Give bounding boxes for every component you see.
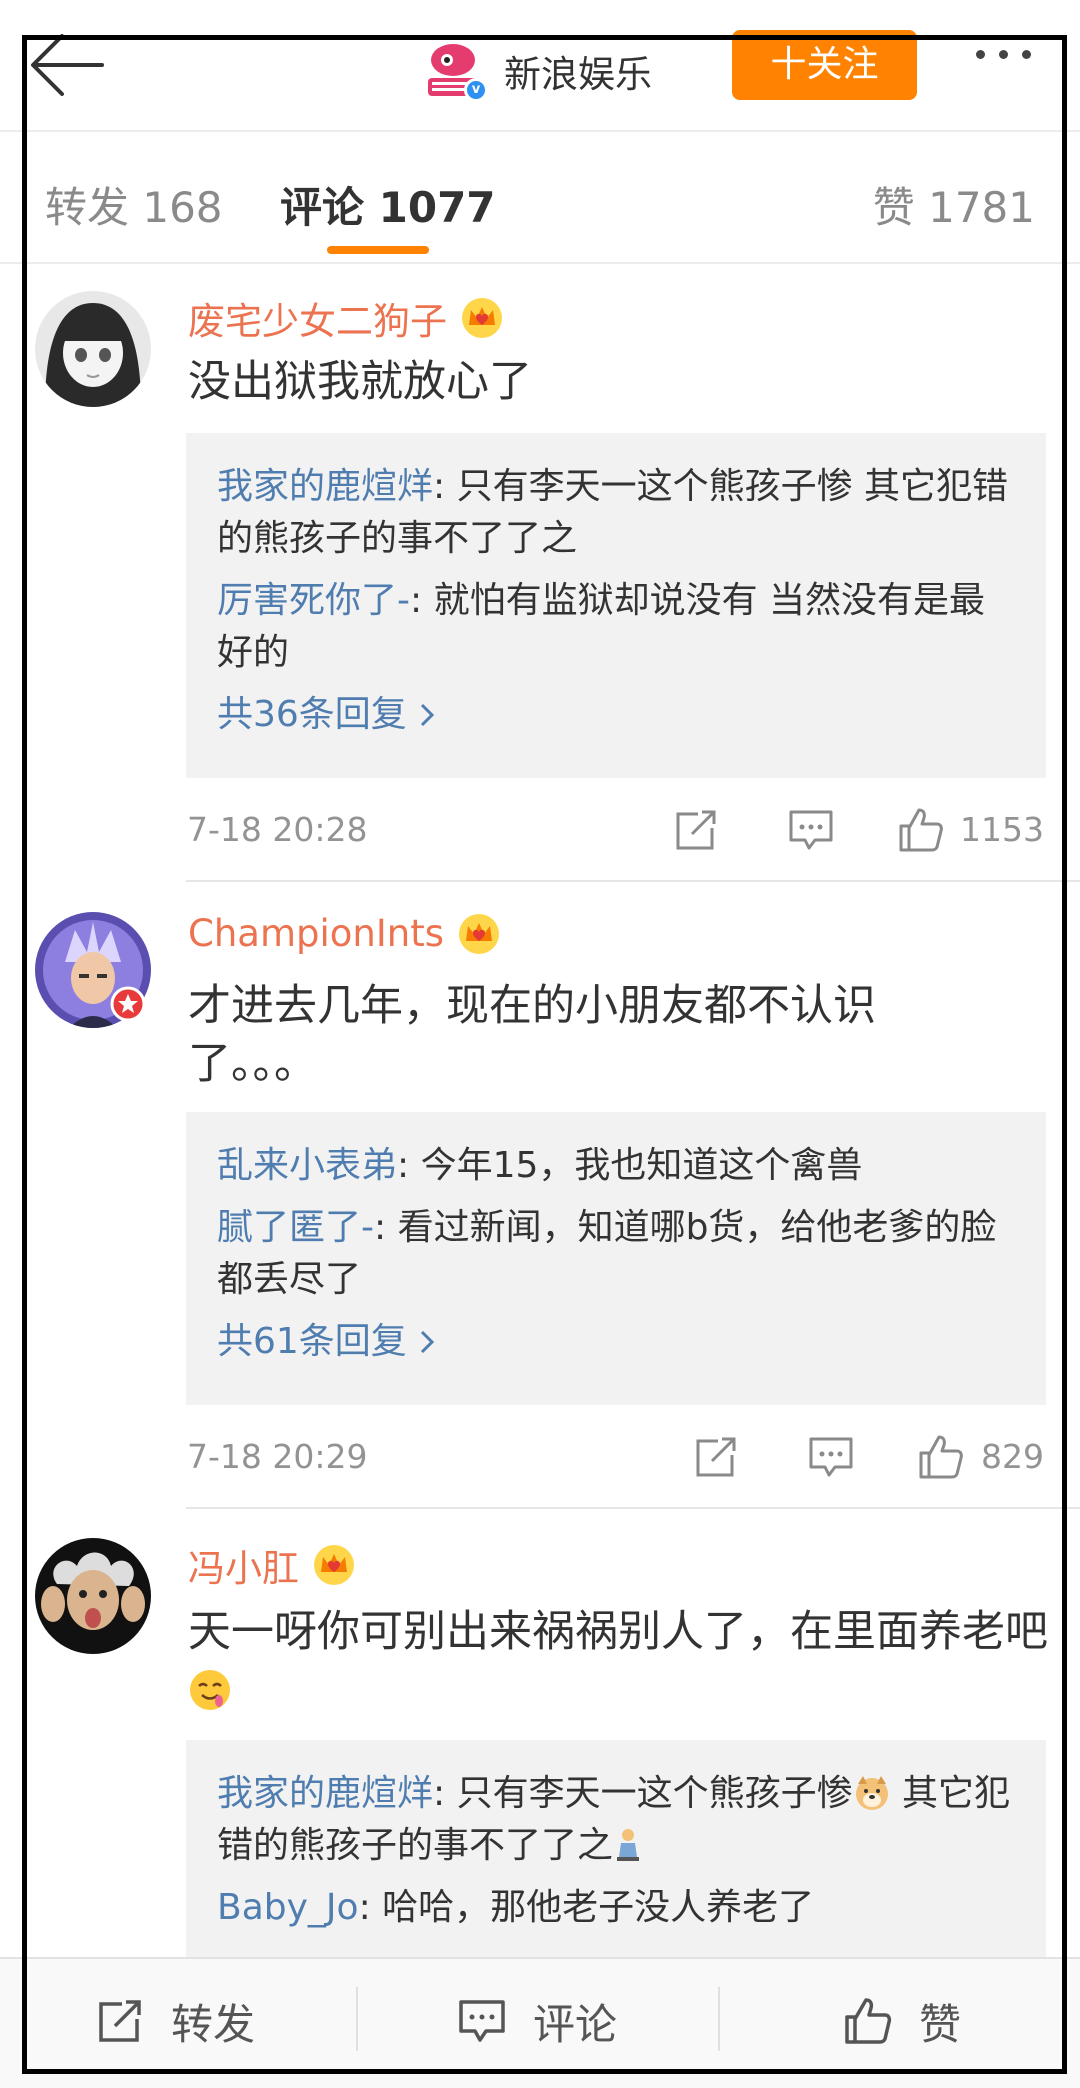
- chevron-right-icon: [420, 1330, 434, 1354]
- reply-author[interactable]: 乱来小表弟: [217, 1145, 397, 1186]
- comment-username[interactable]: ChampionInts: [188, 912, 500, 955]
- reply-preview-box[interactable]: 我家的鹿煊烊: 只有李天一这个熊孩子惨 其它犯错的熊孩子的事不了了之 Baby_…: [186, 1740, 1046, 1980]
- comment-username[interactable]: 废宅少女二狗子: [188, 291, 503, 345]
- comment-text-content: 天一呀你可别出来祸祸别人了，在里面养老吧: [188, 1607, 1048, 1657]
- reply-item[interactable]: 乱来小表弟: 今年15，我也知道这个禽兽: [217, 1140, 1016, 1192]
- kneeling-figure-emoji: [617, 1829, 640, 1861]
- red-star-badge-icon: [110, 986, 146, 1022]
- reply-preview-box[interactable]: 我家的鹿煊烊: 只有李天一这个熊孩子惨 其它犯错的熊孩子的事不了了之 厉害死你了…: [186, 433, 1046, 778]
- comment-icon[interactable]: [807, 1433, 855, 1481]
- avatar[interactable]: [35, 1538, 151, 1654]
- verified-badge-icon: v: [464, 78, 488, 102]
- account-header[interactable]: v 新浪娱乐: [420, 36, 652, 106]
- repost-icon[interactable]: [692, 1433, 740, 1481]
- reply-item[interactable]: Baby_Jo: 哈哈，那他老子没人养老了: [217, 1882, 1016, 1934]
- reply-author[interactable]: 腻了匿了-: [217, 1207, 374, 1248]
- repost-icon: [99, 2000, 141, 2042]
- like-thumb-icon[interactable]: [917, 1433, 965, 1481]
- view-all-replies-link[interactable]: 共36条回复: [217, 689, 1016, 741]
- username-text[interactable]: 废宅少女二狗子: [188, 291, 447, 345]
- comment-username[interactable]: 冯小肛: [188, 1538, 355, 1592]
- bottom-divider: [356, 1987, 358, 2051]
- comment-text: 天一呀你可别出来祸祸别人了，在里面养老吧: [188, 1603, 1048, 1719]
- reply-item[interactable]: 腻了匿了-: 看过新闻，知道哪b货，给他老爹的脸都丢尽了: [217, 1202, 1016, 1306]
- drooling-face-emoji: [190, 1670, 230, 1710]
- username-text[interactable]: 冯小肛: [188, 1538, 299, 1592]
- comment-text: 才进去几年，现在的小朋友都不认识了。。。: [188, 981, 876, 1089]
- reply-item[interactable]: 我家的鹿煊烊: 只有李天一这个熊孩子惨 其它犯错的熊孩子的事不了了之: [217, 461, 1016, 565]
- comment-divider: [186, 880, 1080, 882]
- einstein-avatar-icon: [35, 1538, 151, 1654]
- view-all-replies-link[interactable]: 共61条回复: [217, 1316, 1016, 1368]
- repost-label: 转发: [171, 1999, 256, 2049]
- crown-badge-icon: [462, 298, 502, 338]
- reply-count-text[interactable]: 共61条回复: [217, 1316, 407, 1368]
- like-button[interactable]: 赞: [843, 1989, 961, 2053]
- comment-divider: [186, 1507, 1080, 1509]
- reply-item[interactable]: 厉害死你了-: 就怕有监狱却说没有 当然没有是最好的: [217, 575, 1016, 679]
- chevron-right-icon: [420, 703, 434, 727]
- back-arrow-icon[interactable]: [26, 30, 106, 100]
- reply-author[interactable]: 我家的鹿煊烊: [217, 466, 433, 507]
- comment-meta: 7-18 20:29 829: [187, 1427, 1047, 1487]
- repost-button[interactable]: 转发: [95, 1989, 255, 2053]
- reply-author[interactable]: Baby_Jo: [217, 1887, 359, 1928]
- comment-time: 7-18 20:29: [187, 1437, 368, 1476]
- reply-author[interactable]: 厉害死你了-: [217, 580, 410, 621]
- reply-count-text[interactable]: 共36条回复: [217, 689, 407, 741]
- comment-text: 没出狱我就放心了: [188, 357, 532, 407]
- username-text[interactable]: ChampionInts: [188, 912, 444, 955]
- reply-text: : 只有李天一这个熊孩子惨: [433, 1773, 853, 1814]
- anime-girl-avatar-icon: [35, 291, 151, 407]
- tab-reposts[interactable]: 转发 168: [45, 174, 223, 235]
- doge-emoji: [855, 1776, 888, 1810]
- like-thumb-icon: [845, 1998, 892, 2044]
- active-tab-indicator: [327, 246, 429, 254]
- avatar[interactable]: [35, 291, 151, 407]
- like-count: 1153: [960, 810, 1044, 849]
- crown-badge-icon: [459, 913, 500, 954]
- more-dots-icon[interactable]: [976, 50, 1031, 59]
- repost-icon[interactable]: [672, 806, 720, 854]
- tab-bar: 转发 168 评论 1077 赞 1781: [0, 132, 1080, 264]
- like-count: 829: [981, 1437, 1044, 1476]
- reply-text: : 今年15，我也知道这个禽兽: [397, 1145, 863, 1186]
- comment-icon: [459, 2000, 505, 2042]
- account-name[interactable]: 新浪娱乐: [504, 44, 652, 98]
- follow-button[interactable]: 十关注: [732, 30, 917, 100]
- reply-preview-box[interactable]: 乱来小表弟: 今年15，我也知道这个禽兽 腻了匿了-: 看过新闻，知道哪b货，给…: [186, 1112, 1046, 1405]
- comment-button[interactable]: 评论: [457, 1989, 617, 2053]
- top-bar: v 新浪娱乐 十关注: [0, 0, 1080, 132]
- like-label: 赞: [919, 1999, 962, 2049]
- reply-author[interactable]: 我家的鹿煊烊: [217, 1773, 433, 1814]
- reply-text: : 哈哈，那他老子没人养老了: [358, 1887, 815, 1928]
- bottom-divider: [718, 1987, 720, 2051]
- account-avatar[interactable]: v: [420, 38, 488, 104]
- bottom-action-bar: 转发 评论 赞: [0, 1957, 1080, 2088]
- comment-time: 7-18 20:28: [187, 810, 368, 849]
- crown-badge-icon: [314, 1545, 354, 1585]
- tab-comments[interactable]: 评论 1077: [280, 174, 496, 235]
- comment-label: 评论: [533, 1999, 618, 2049]
- comment-icon[interactable]: [787, 806, 835, 854]
- comment-meta: 7-18 20:28 1153: [187, 800, 1047, 860]
- like-thumb-icon[interactable]: [897, 806, 945, 854]
- reply-item[interactable]: 我家的鹿煊烊: 只有李天一这个熊孩子惨 其它犯错的熊孩子的事不了了之: [217, 1768, 1016, 1872]
- tab-likes[interactable]: 赞 1781: [873, 174, 1035, 235]
